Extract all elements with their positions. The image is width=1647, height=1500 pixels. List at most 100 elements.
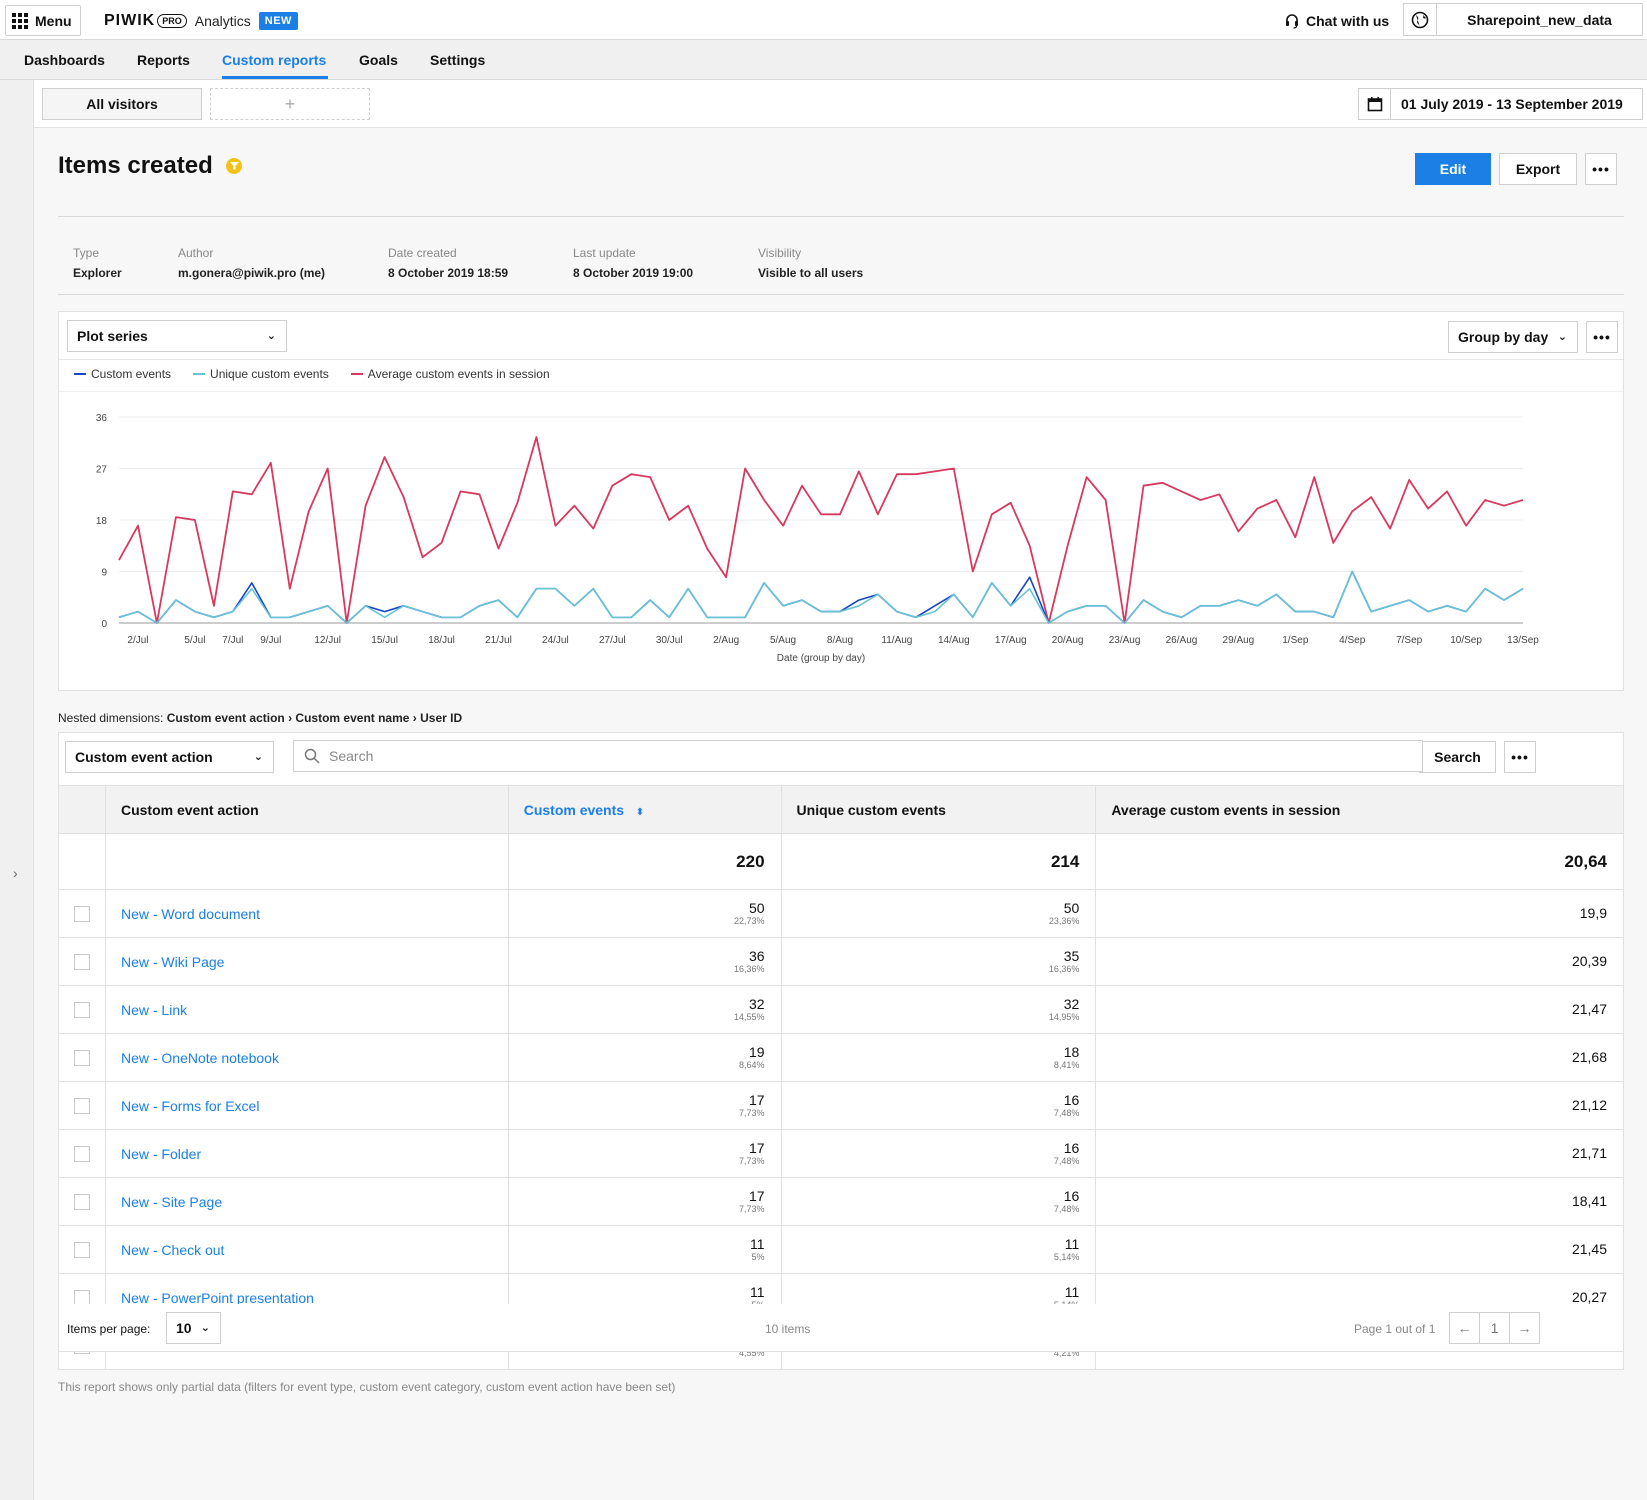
- x-tick-label: 26/Aug: [1166, 635, 1198, 646]
- percent: 5,14%: [1053, 1252, 1080, 1262]
- percent: 5%: [751, 1252, 765, 1262]
- row-action-link[interactable]: New - OneNote notebook: [104, 1033, 509, 1082]
- search-input[interactable]: Search: [293, 740, 1423, 772]
- piwik-pro-logo[interactable]: PIWIK PRO Analytics NEW: [104, 12, 298, 30]
- value: 16: [1063, 1140, 1080, 1156]
- x-tick-label: 18/Jul: [428, 635, 455, 646]
- percent: 7,48%: [1053, 1108, 1080, 1118]
- arrow-right-icon: →: [1517, 1320, 1532, 1336]
- row-checkbox-cell: [58, 1033, 106, 1082]
- dimension-select[interactable]: Custom event action ⌄: [65, 741, 274, 773]
- tab-reports[interactable]: Reports: [137, 52, 190, 68]
- export-button[interactable]: Export: [1499, 153, 1577, 185]
- row-action-link[interactable]: New - Check out: [104, 1225, 509, 1274]
- table-row: New - Forms for Excel 17 7,73% 16 7,48% 21,12: [58, 1081, 1624, 1130]
- x-tick-label: 21/Jul: [485, 635, 512, 646]
- line-chart: 0 9 18 27 36 2/Jul 5/Jul 7/Jul 9/Jul 12/Jul 15/Jul…: [96, 413, 1539, 664]
- prev-page-button[interactable]: ←: [1449, 1312, 1480, 1344]
- row-checkbox[interactable]: [73, 1001, 90, 1018]
- website-globe-button[interactable]: [1403, 3, 1437, 36]
- percent: 7,73%: [739, 1156, 765, 1166]
- x-tick-label: 17/Aug: [995, 635, 1027, 646]
- x-tick-label: 7/Jul: [222, 635, 243, 646]
- table-more-button[interactable]: •••: [1504, 741, 1536, 773]
- headset-icon: [1286, 14, 1298, 29]
- row-action-link[interactable]: New - Link: [104, 985, 509, 1034]
- row-checkbox[interactable]: [73, 1241, 90, 1258]
- plot-series-label: Plot series: [77, 328, 148, 344]
- total-custom-events: 220: [507, 833, 782, 890]
- x-tick-label: 5/Jul: [184, 635, 205, 646]
- column-header-custom-events[interactable]: Custom events ⬍: [507, 785, 782, 834]
- tab-custom-reports[interactable]: Custom reports: [222, 52, 326, 68]
- x-tick-label: 2/Aug: [713, 635, 739, 646]
- current-page[interactable]: 1: [1479, 1312, 1510, 1344]
- search-button[interactable]: Search: [1419, 741, 1496, 773]
- series-custom-events-line: [118, 570, 1524, 624]
- chart-legend: Custom events Unique custom events Avera…: [74, 367, 572, 381]
- row-checkbox[interactable]: [73, 905, 90, 922]
- percent: 7,73%: [739, 1204, 765, 1214]
- column-header-action[interactable]: Custom event action: [104, 785, 509, 834]
- segment-all-visitors[interactable]: All visitors: [42, 88, 202, 120]
- total-unique-custom-events: 214: [780, 833, 1097, 890]
- edit-button[interactable]: Edit: [1415, 153, 1491, 185]
- date-range-picker[interactable]: 01 July 2019 - 13 September 2019: [1358, 88, 1643, 120]
- value: 35: [1063, 948, 1080, 964]
- column-header-average[interactable]: Average custom events in session: [1095, 785, 1624, 834]
- legend-item-custom-events[interactable]: Custom events: [74, 367, 171, 381]
- value: 17: [748, 1092, 765, 1108]
- chart-more-button[interactable]: •••: [1586, 321, 1618, 353]
- row-checkbox-cell: [58, 985, 106, 1034]
- items-per-page-select[interactable]: 10 ⌄: [166, 1312, 221, 1344]
- row-action-link[interactable]: New - Word document: [104, 889, 509, 938]
- row-custom-events: 17 7,73%: [507, 1177, 782, 1226]
- tab-goals[interactable]: Goals: [359, 52, 398, 68]
- column-header-unique-custom-events[interactable]: Unique custom events: [780, 785, 1097, 834]
- report-more-button[interactable]: •••: [1585, 153, 1617, 185]
- add-segment-button[interactable]: +: [210, 88, 370, 120]
- expand-sidebar-chevron-icon[interactable]: ›: [13, 865, 18, 881]
- legend-item-unique-custom-events[interactable]: Unique custom events: [193, 367, 329, 381]
- row-action-link[interactable]: New - Folder: [104, 1129, 509, 1178]
- row-checkbox[interactable]: [73, 1097, 90, 1114]
- group-by-label: Group by day: [1458, 329, 1549, 345]
- percent: 23,36%: [1048, 916, 1080, 926]
- chat-with-us-button[interactable]: Chat with us: [1284, 13, 1389, 29]
- legend-item-average-custom-events[interactable]: Average custom events in session: [350, 367, 550, 381]
- row-unique-custom-events: 35 16,36%: [780, 937, 1097, 986]
- value: 50: [1063, 900, 1080, 916]
- row-action-link[interactable]: New - Forms for Excel: [104, 1081, 509, 1130]
- website-selector[interactable]: Sharepoint_new_data: [1436, 3, 1643, 36]
- select-all-header: [58, 785, 106, 834]
- row-action-link[interactable]: New - Site Page: [104, 1177, 509, 1226]
- row-unique-custom-events: 16 7,48%: [780, 1177, 1097, 1226]
- menu-button[interactable]: Menu: [5, 5, 81, 36]
- nested-dimensions-path: Custom event action › Custom event name …: [166, 711, 463, 725]
- meta-label: Last update: [573, 246, 636, 260]
- row-checkbox[interactable]: [73, 953, 90, 970]
- row-checkbox[interactable]: [73, 1145, 90, 1162]
- tab-dashboards[interactable]: Dashboards: [24, 52, 105, 68]
- filter-icon[interactable]: [226, 158, 242, 174]
- divider: [58, 294, 1624, 295]
- table-row: New - Check out 11 5% 11 5,14% 21,45: [58, 1225, 1624, 1274]
- x-tick-label: 7/Sep: [1396, 635, 1423, 646]
- percent: 7,48%: [1053, 1204, 1080, 1214]
- table-row: New - Folder 17 7,73% 16 7,48% 21,71: [58, 1129, 1624, 1178]
- next-page-button[interactable]: →: [1509, 1312, 1540, 1344]
- row-action-link[interactable]: New - Wiki Page: [104, 937, 509, 986]
- x-tick-label: 10/Sep: [1450, 635, 1482, 646]
- row-checkbox-cell: [58, 889, 106, 938]
- row-custom-events: 115%: [507, 1225, 782, 1274]
- tab-settings[interactable]: Settings: [430, 52, 485, 68]
- row-checkbox[interactable]: [73, 1193, 90, 1210]
- row-checkbox[interactable]: [73, 1049, 90, 1066]
- row-unique-custom-events: 16 7,48%: [780, 1129, 1097, 1178]
- group-by-select[interactable]: Group by day ⌄: [1448, 321, 1578, 353]
- y-tick-label: 36: [96, 413, 108, 424]
- legend-label: Average custom events in session: [367, 367, 550, 381]
- x-tick-label: 11/Aug: [881, 635, 912, 646]
- row-average: 19,9: [1095, 889, 1624, 938]
- plot-series-select[interactable]: Plot series ⌄: [67, 320, 287, 352]
